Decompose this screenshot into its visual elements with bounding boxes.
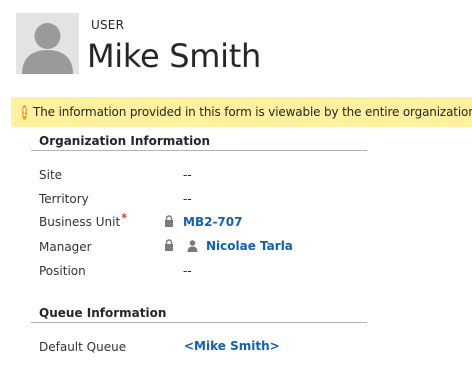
- section-title-organization: Organization Information: [39, 134, 210, 148]
- field-label-business-unit-text: Business Unit: [39, 215, 121, 229]
- user-avatar[interactable]: [16, 13, 79, 74]
- notification-bar: ! The information provided in this form …: [11, 97, 472, 127]
- section-divider: [31, 322, 367, 323]
- record-name-title: Mike Smith: [87, 37, 261, 75]
- lock-icon: [165, 215, 173, 227]
- user-icon: [187, 240, 198, 252]
- field-value-site[interactable]: --: [183, 168, 192, 182]
- field-label-default-queue: Default Queue: [39, 340, 127, 354]
- warning-icon: !: [22, 104, 28, 120]
- section-divider: [31, 150, 367, 151]
- field-label-position: Position: [39, 264, 86, 278]
- field-label-site: Site: [39, 168, 63, 182]
- entity-type-label: USER: [91, 18, 125, 32]
- field-label-territory: Territory: [39, 192, 89, 206]
- field-label-business-unit: Business Unit*: [39, 211, 127, 229]
- field-value-position[interactable]: --: [183, 264, 192, 278]
- field-label-manager: Manager: [39, 240, 92, 254]
- business-unit-link[interactable]: MB2-707: [183, 215, 242, 229]
- manager-link[interactable]: Nicolae Tarla: [206, 239, 293, 253]
- required-marker: *: [121, 211, 128, 225]
- default-queue-link[interactable]: <Mike Smith>: [184, 339, 280, 353]
- notification-text: The information provided in this form is…: [33, 105, 472, 119]
- field-value-territory[interactable]: --: [183, 192, 192, 206]
- person-silhouette-icon: [16, 13, 79, 74]
- section-title-queue: Queue Information: [39, 306, 167, 320]
- lock-icon: [165, 239, 173, 251]
